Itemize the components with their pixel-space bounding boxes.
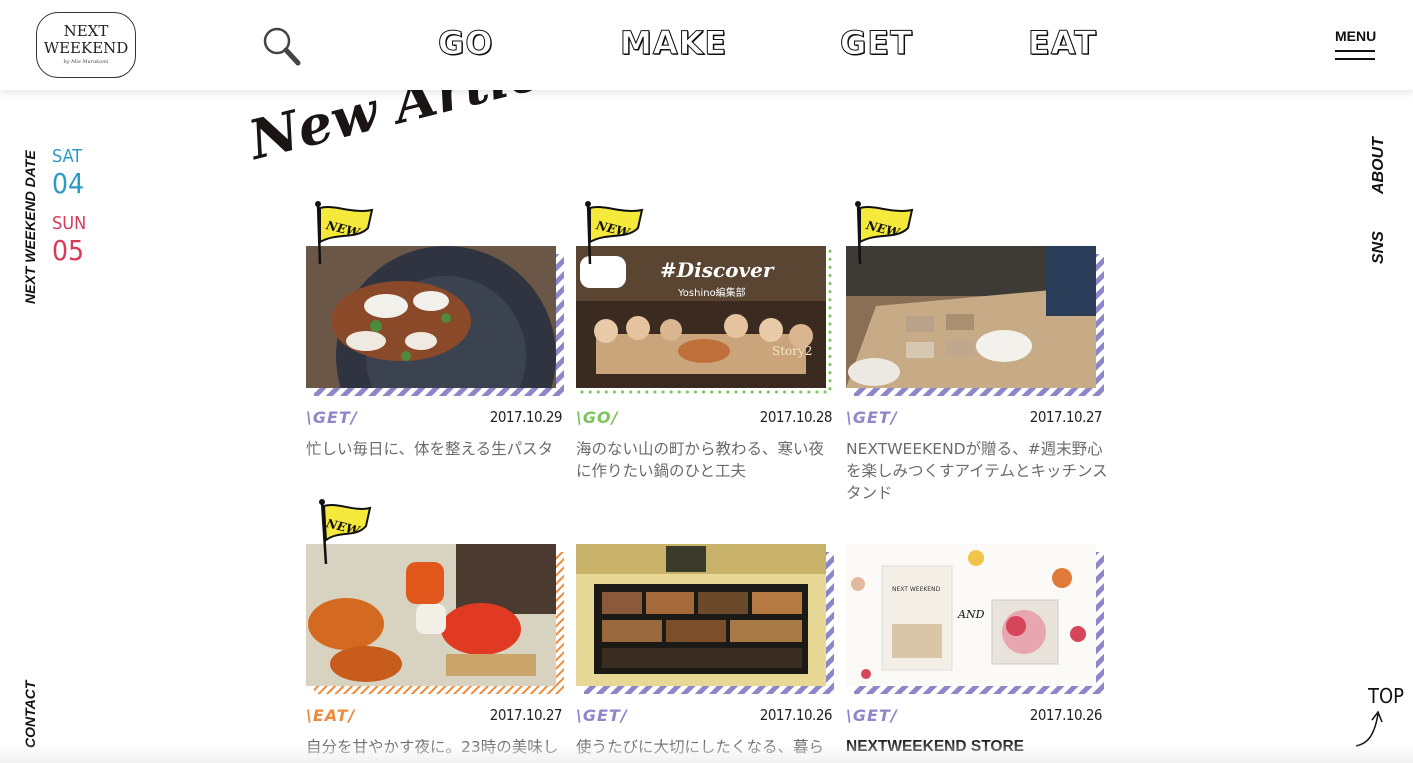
photo-caption-story: Story2 <box>772 344 813 358</box>
article-title[interactable]: 忙しい毎日に、体を整える生パスタ <box>306 438 568 460</box>
category-badge[interactable]: \GET/ <box>846 706 898 725</box>
photo-caption-editorial: Yoshino編集部 <box>678 288 746 299</box>
menu-button[interactable]: MENU <box>1335 28 1377 60</box>
top-label: TOP <box>1368 684 1404 708</box>
nav-make[interactable]: MAKE <box>619 24 727 63</box>
article-image <box>576 544 826 686</box>
about-link[interactable]: ABOUT <box>1370 137 1388 194</box>
photo-caption-discover: #Discover <box>660 258 774 282</box>
article-image <box>846 246 1096 388</box>
logo-byline: by Mie Murakami <box>63 59 109 65</box>
photo-caption-and: AND <box>958 608 985 621</box>
logo-line1: NEXT <box>63 22 109 40</box>
article-title[interactable]: NEXTWEEKENDが贈る、#週末野心を楽しみつくすアイテムとキッチンスタンド <box>846 438 1108 504</box>
nav-get[interactable]: GET <box>840 24 913 63</box>
site-header: NEXT WEEKEND by Mie Murakami GO MAKE GET… <box>0 0 1413 90</box>
back-to-top-button[interactable]: TOP <box>1352 684 1404 750</box>
article-image <box>306 544 556 686</box>
weekend-date: SAT 04 SUN 05 <box>52 146 87 280</box>
article-image: #Discover Yoshino編集部 Story2 <box>576 246 826 388</box>
contact-link[interactable]: CONTACT <box>22 681 38 748</box>
article-date: 2017.10.27 <box>489 706 563 724</box>
menu-label: MENU <box>1335 28 1377 44</box>
sun-label: SUN <box>52 213 87 234</box>
category-badge[interactable]: \GO/ <box>576 408 618 427</box>
article-image: NEXT WEEKEND AND <box>846 544 1096 686</box>
category-badge[interactable]: \GET/ <box>306 408 358 427</box>
article-title[interactable]: 海のない山の町から教わる、寒い夜に作りたい鍋のひと工夫 <box>576 438 838 482</box>
hamburger-icon <box>1335 50 1375 60</box>
nav-go[interactable]: GO <box>437 24 493 63</box>
article-date: 2017.10.28 <box>759 408 833 426</box>
article-date: 2017.10.26 <box>759 706 833 724</box>
category-badge[interactable]: \EAT/ <box>306 706 355 725</box>
photo-caption-magazine: NEXT WEEKEND <box>892 586 941 593</box>
sun-number: 05 <box>52 234 85 267</box>
article-date: 2017.10.26 <box>1029 706 1103 724</box>
site-logo[interactable]: NEXT WEEKEND by Mie Murakami <box>36 12 136 78</box>
article-date: 2017.10.29 <box>489 408 563 426</box>
sat-label: SAT <box>52 146 83 167</box>
sat-number: 04 <box>52 167 85 200</box>
nav-eat[interactable]: EAT <box>1028 24 1097 63</box>
next-weekend-date-label: NEXT WEEKEND DATE <box>22 150 38 304</box>
article-image <box>306 246 556 388</box>
category-badge[interactable]: \GET/ <box>846 408 898 427</box>
article-date: 2017.10.27 <box>1029 408 1103 426</box>
category-badge[interactable]: \GET/ <box>576 706 628 725</box>
search-icon[interactable] <box>262 26 302 66</box>
bottom-fade <box>0 742 1413 763</box>
sns-link[interactable]: SNS <box>1370 231 1388 264</box>
logo-line2: WEEKEND <box>43 39 129 57</box>
